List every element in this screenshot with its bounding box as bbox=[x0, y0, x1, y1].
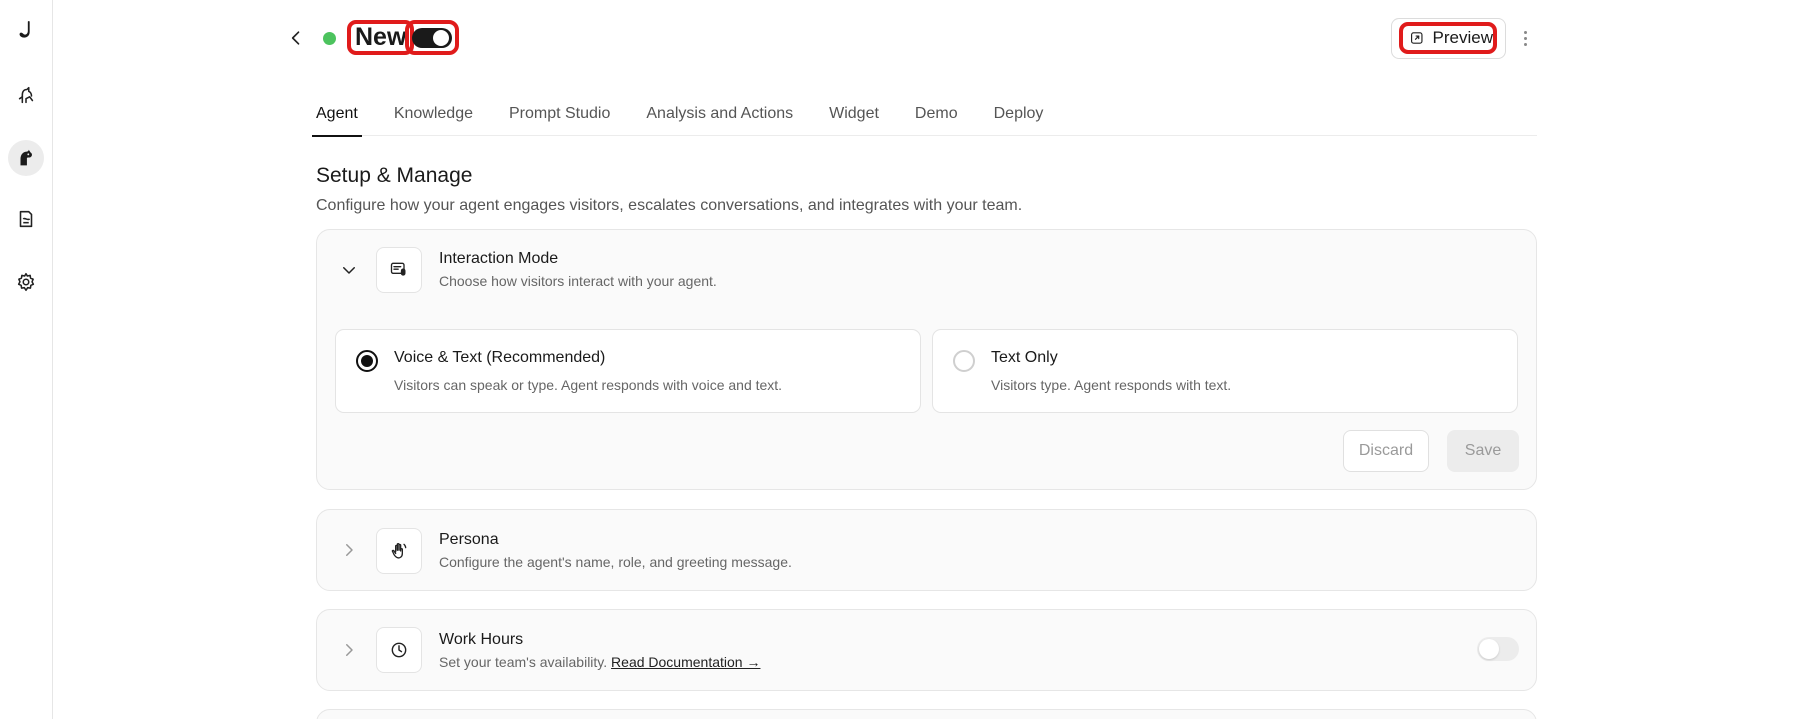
save-button[interactable]: Save bbox=[1447, 430, 1519, 472]
sidebar bbox=[0, 0, 53, 719]
chevron-right-icon bbox=[346, 644, 353, 656]
tab-analysis-and-actions[interactable]: Analysis and Actions bbox=[646, 96, 793, 136]
option-text-only[interactable]: Text Only Visitors type. Agent responds … bbox=[932, 329, 1518, 413]
read-documentation-link[interactable]: Read Documentation → bbox=[611, 654, 760, 670]
collapse-button[interactable] bbox=[339, 260, 359, 280]
back-button[interactable] bbox=[284, 26, 308, 50]
section-subtitle: Configure how your agent engages visitor… bbox=[316, 197, 1023, 214]
persona-description: Configure the agent's name, role, and gr… bbox=[439, 554, 792, 570]
work-hours-description: Set your team's availability. Read Docum… bbox=[439, 654, 760, 670]
tab-agent[interactable]: Agent bbox=[312, 96, 362, 137]
next-section-card[interactable] bbox=[316, 709, 1537, 719]
tab-widget[interactable]: Widget bbox=[829, 96, 879, 136]
expand-button[interactable] bbox=[339, 640, 359, 660]
section-title: Setup & Manage bbox=[316, 164, 473, 187]
external-link-icon bbox=[1411, 32, 1423, 44]
interaction-mode-description: Choose how visitors interact with your a… bbox=[439, 273, 717, 289]
tab-knowledge[interactable]: Knowledge bbox=[394, 96, 473, 136]
radio-voice-and-text[interactable] bbox=[356, 350, 378, 372]
agents-icon[interactable] bbox=[8, 77, 44, 113]
work-hours-card[interactable]: Work Hours Set your team's availability.… bbox=[316, 609, 1537, 691]
expand-button[interactable] bbox=[339, 540, 359, 560]
kebab-icon bbox=[1523, 30, 1527, 34]
logo-icon[interactable] bbox=[8, 12, 44, 48]
knowledge-icon[interactable] bbox=[8, 201, 44, 237]
preview-button[interactable]: Preview bbox=[1399, 22, 1497, 54]
persona-card[interactable]: Persona Configure the agent's name, role… bbox=[316, 509, 1537, 591]
option-voice-and-text[interactable]: Voice & Text (Recommended) Visitors can … bbox=[335, 329, 921, 413]
toggle-switch-on bbox=[412, 27, 452, 48]
interaction-mode-icon-tile bbox=[376, 247, 422, 293]
interaction-mode-title: Interaction Mode bbox=[439, 250, 559, 267]
discard-button[interactable]: Discard bbox=[1343, 430, 1429, 472]
preview-label: Preview bbox=[1432, 28, 1493, 47]
option-description: Visitors type. Agent responds with text. bbox=[991, 377, 1232, 393]
persona-title: Persona bbox=[439, 531, 499, 548]
agent-name: New bbox=[355, 23, 407, 51]
option-description: Visitors can speak or type. Agent respon… bbox=[394, 377, 783, 393]
persona-icon-tile bbox=[376, 528, 422, 574]
settings-icon[interactable] bbox=[8, 264, 44, 300]
agent-enabled-toggle[interactable] bbox=[405, 20, 459, 55]
waving-hand-icon bbox=[391, 543, 407, 559]
work-hours-description-text: Set your team's availability. bbox=[439, 654, 612, 670]
tab-bar: Agent Knowledge Prompt Studio Analysis a… bbox=[312, 96, 1537, 137]
interaction-mode-card: Interaction Mode Choose how visitors int… bbox=[316, 229, 1537, 490]
work-hours-icon-tile bbox=[376, 627, 422, 673]
status-dot bbox=[323, 32, 336, 45]
clock-icon bbox=[391, 642, 407, 658]
conversations-icon[interactable] bbox=[8, 140, 44, 176]
option-title: Text Only bbox=[991, 349, 1058, 366]
tab-demo[interactable]: Demo bbox=[915, 96, 958, 136]
chat-voice-icon bbox=[390, 262, 406, 276]
tab-deploy[interactable]: Deploy bbox=[994, 96, 1044, 136]
work-hours-toggle[interactable] bbox=[1477, 637, 1519, 661]
option-title: Voice & Text (Recommended) bbox=[394, 349, 606, 366]
more-options-button[interactable] bbox=[1518, 26, 1532, 50]
chevron-left-icon bbox=[291, 31, 300, 45]
chevron-down-icon bbox=[343, 267, 355, 274]
work-hours-title: Work Hours bbox=[439, 631, 524, 648]
chevron-right-icon bbox=[346, 544, 353, 556]
tab-prompt-studio[interactable]: Prompt Studio bbox=[509, 96, 610, 136]
radio-text-only[interactable] bbox=[953, 350, 975, 372]
